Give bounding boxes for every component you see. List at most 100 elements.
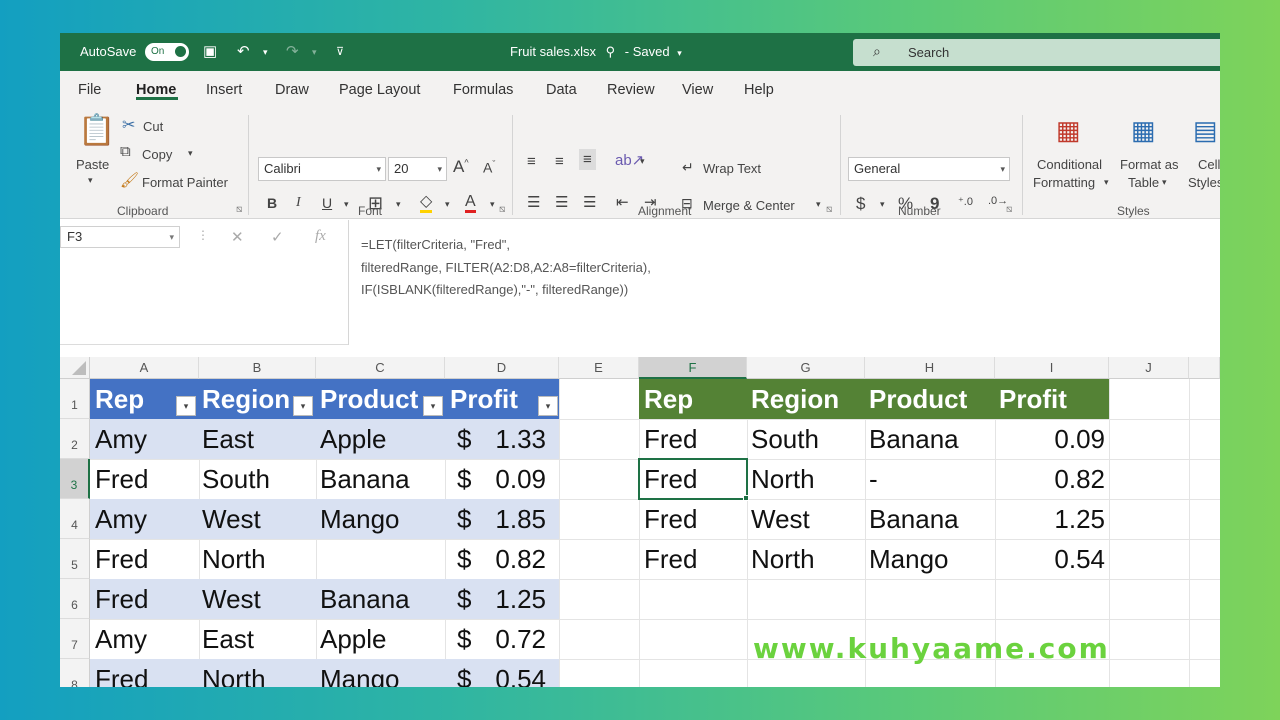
fill-color-dropdown-icon[interactable]: ▾ [445, 199, 450, 210]
select-all-button[interactable] [60, 357, 90, 379]
result-header-product[interactable]: Product [864, 379, 967, 419]
autosave-toggle[interactable]: On [145, 43, 189, 61]
orientation-dropdown-icon[interactable]: ▾ [640, 156, 645, 167]
redo-dropdown-icon[interactable]: ▾ [312, 47, 317, 58]
tab-review[interactable]: Review [607, 82, 655, 98]
column-header-c[interactable]: C [316, 357, 445, 379]
source-header-rep[interactable]: Rep [90, 379, 144, 419]
cell[interactable]: North [197, 539, 266, 579]
filter-dropdown-icon[interactable]: ▾ [176, 396, 196, 416]
result-header-region[interactable]: Region [746, 379, 839, 419]
font-color-dropdown-icon[interactable]: ▾ [490, 199, 495, 210]
increase-decimal-icon[interactable]: ⁺.0 [958, 195, 973, 208]
cell[interactable]: Mango [315, 659, 400, 687]
cell[interactable]: Mango [864, 539, 949, 579]
row-header-4[interactable]: 4 [60, 499, 90, 539]
cell[interactable]: West [197, 499, 261, 539]
save-icon[interactable]: ▣ [203, 42, 217, 60]
column-header-e[interactable]: E [559, 357, 639, 379]
tab-help[interactable]: Help [744, 82, 774, 98]
align-left-icon[interactable]: ☰ [527, 193, 540, 211]
cell[interactable]: East [197, 419, 254, 459]
more-options-icon[interactable]: ⋮ [197, 228, 209, 242]
formula-input[interactable]: =LET(filterCriteria, "Fred", filteredRan… [348, 220, 1220, 345]
font-name-dropdown[interactable]: Calibri ▾ [258, 157, 386, 181]
source-header-product[interactable]: Product [315, 379, 418, 419]
fill-handle[interactable] [743, 495, 749, 501]
cell[interactable]: Apple [315, 619, 387, 659]
column-header-j[interactable]: J [1109, 357, 1189, 379]
filter-dropdown-icon[interactable]: ▾ [293, 396, 313, 416]
cell[interactable] [315, 539, 320, 579]
source-header-region[interactable]: Region [197, 379, 290, 419]
cell[interactable]: 0.82 [1005, 459, 1105, 499]
cell[interactable]: Fred [90, 539, 148, 579]
cell[interactable]: 1.85 [480, 499, 546, 539]
tab-file[interactable]: File [78, 82, 101, 98]
cell[interactable]: 0.82 [480, 539, 546, 579]
cell[interactable]: South [197, 459, 270, 499]
cell[interactable]: Banana [864, 499, 959, 539]
result-header-profit[interactable]: Profit [994, 379, 1067, 419]
column-header-h[interactable]: H [865, 357, 995, 379]
cell[interactable]: Mango [315, 499, 400, 539]
column-header-d[interactable]: D [445, 357, 559, 379]
row-header-6[interactable]: 6 [60, 579, 90, 619]
decrease-indent-icon[interactable]: ⇤ [616, 193, 629, 211]
cell[interactable]: Apple [315, 419, 387, 459]
tab-home[interactable]: Home [136, 82, 176, 98]
italic-button[interactable]: I [296, 195, 301, 211]
bold-button[interactable]: B [267, 195, 277, 211]
number-launcher-icon[interactable]: ⧅ [1006, 204, 1012, 215]
tab-view[interactable]: View [682, 82, 713, 98]
alignment-launcher-icon[interactable]: ⧅ [826, 204, 832, 215]
tab-draw[interactable]: Draw [275, 82, 309, 98]
cell[interactable]: West [746, 499, 810, 539]
borders-dropdown-icon[interactable]: ▾ [396, 199, 401, 210]
column-header-g[interactable]: G [747, 357, 865, 379]
filter-dropdown-icon[interactable]: ▾ [423, 396, 443, 416]
cell[interactable]: Amy [90, 619, 147, 659]
cell[interactable]: 1.25 [480, 579, 546, 619]
cell[interactable]: 0.72 [480, 619, 546, 659]
cell[interactable]: Amy [90, 419, 147, 459]
cell[interactable]: North [197, 659, 266, 687]
cell[interactable]: North [746, 459, 815, 499]
row-header-3[interactable]: 3 [60, 459, 90, 499]
search-box[interactable]: ⌕ Search [853, 39, 1220, 66]
column-header-a[interactable]: A [90, 357, 199, 379]
cell[interactable]: 0.54 [1005, 539, 1105, 579]
increase-font-size-icon[interactable]: A^ [453, 157, 469, 177]
column-header-k[interactable] [1189, 357, 1220, 379]
fill-color-icon[interactable]: ◇ [420, 193, 433, 213]
underline-button[interactable]: U [322, 195, 332, 211]
tab-page-layout[interactable]: Page Layout [339, 82, 420, 98]
insert-function-icon[interactable]: fx [315, 228, 326, 245]
enter-icon[interactable]: ✓ [271, 228, 284, 246]
align-bottom-icon[interactable]: ≡ [579, 149, 596, 170]
cell[interactable]: Fred [90, 659, 148, 687]
font-color-icon[interactable]: A [465, 193, 476, 213]
row-header-5[interactable]: 5 [60, 539, 90, 579]
cell[interactable]: North [746, 539, 815, 579]
column-header-f[interactable]: F [639, 357, 747, 379]
cell[interactable]: Banana [315, 579, 410, 619]
column-header-b[interactable]: B [199, 357, 316, 379]
column-header-i[interactable]: I [995, 357, 1109, 379]
undo-icon[interactable]: ↶ [237, 42, 250, 60]
decrease-font-size-icon[interactable]: Aˇ [483, 159, 495, 176]
selected-cell-indicator[interactable] [638, 458, 748, 500]
cell[interactable]: Fred [639, 539, 697, 579]
cell[interactable]: Banana [864, 419, 959, 459]
customize-toolbar-icon[interactable]: ⊽ [336, 45, 344, 58]
number-format-dropdown[interactable]: General ▾ [848, 157, 1010, 181]
currency-button[interactable]: $ [856, 194, 865, 214]
cell[interactable]: Amy [90, 499, 147, 539]
clipboard-launcher-icon[interactable]: ⧅ [236, 204, 242, 215]
align-middle-icon[interactable]: ≡ [555, 153, 564, 170]
font-launcher-icon[interactable]: ⧅ [499, 204, 505, 215]
tab-insert[interactable]: Insert [206, 82, 242, 98]
cell[interactable]: South [746, 419, 819, 459]
source-header-profit[interactable]: Profit [445, 379, 518, 419]
undo-dropdown-icon[interactable]: ▾ [263, 47, 268, 58]
